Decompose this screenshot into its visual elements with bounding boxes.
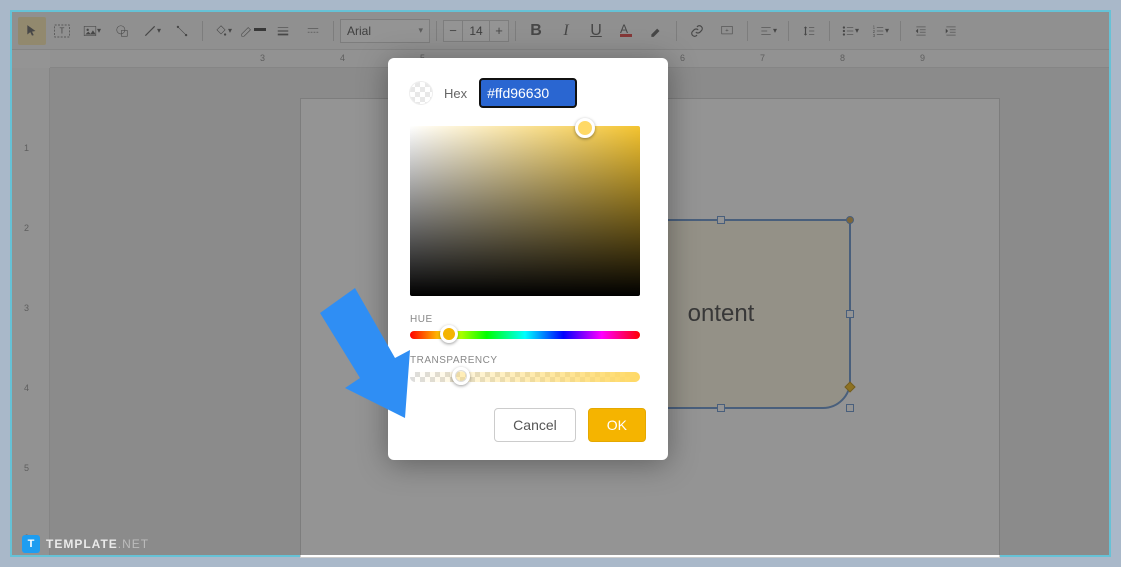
cancel-button[interactable]: Cancel (494, 408, 576, 442)
saturation-value-thumb[interactable] (575, 118, 595, 138)
transparency-label: TRANSPARENCY (410, 355, 646, 366)
hue-slider[interactable] (410, 331, 640, 339)
hue-label: HUE (410, 314, 646, 325)
watermark: T TEMPLATE.NET (22, 535, 149, 553)
hex-input[interactable] (479, 78, 577, 108)
ok-button[interactable]: OK (588, 408, 646, 442)
hex-label: Hex (444, 86, 467, 101)
watermark-icon: T (22, 535, 40, 553)
transparency-slider[interactable] (410, 372, 640, 382)
transparency-thumb[interactable] (452, 367, 470, 385)
watermark-text: TEMPLATE.NET (46, 537, 149, 551)
color-picker-dialog: Hex HUE TRANSPARENCY Cancel OK (388, 58, 668, 460)
transparency-preview-icon (410, 82, 432, 104)
saturation-value-picker[interactable] (410, 126, 640, 296)
hue-thumb[interactable] (440, 325, 458, 343)
